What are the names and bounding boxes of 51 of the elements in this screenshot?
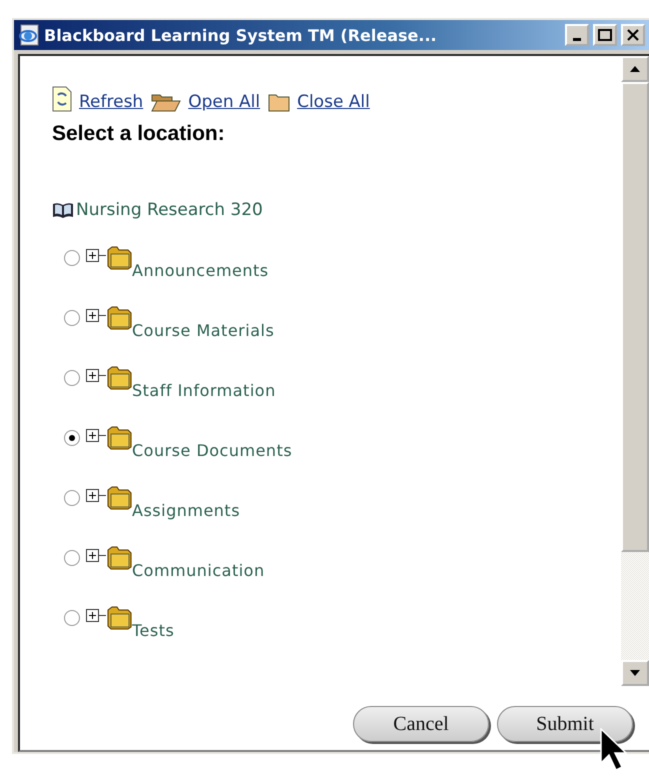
folder-icon bbox=[268, 92, 290, 112]
expand-icon[interactable] bbox=[86, 549, 106, 563]
location-label[interactable]: Staff Information bbox=[132, 381, 276, 400]
dialog-button[interactable]: Cancel bbox=[353, 706, 489, 742]
folder-icon bbox=[106, 246, 132, 270]
expand-icon[interactable] bbox=[86, 429, 106, 443]
folder-icon bbox=[106, 426, 132, 450]
heading: Select a location: bbox=[52, 122, 226, 146]
course-title: Nursing Research 320 bbox=[76, 200, 263, 220]
expand-icon[interactable] bbox=[86, 369, 106, 383]
location-label[interactable]: Communication bbox=[132, 561, 265, 580]
maximize-icon bbox=[598, 29, 612, 41]
browser-icon bbox=[18, 24, 40, 46]
expand-icon[interactable] bbox=[86, 249, 106, 263]
expand-icon[interactable] bbox=[86, 609, 106, 623]
book-icon bbox=[52, 202, 74, 218]
location-label[interactable]: Course Documents bbox=[132, 441, 292, 460]
maximize-button[interactable] bbox=[593, 24, 617, 46]
up-arrow-icon bbox=[630, 66, 640, 72]
location-label[interactable]: Announcements bbox=[132, 261, 269, 280]
radio-button[interactable] bbox=[64, 370, 80, 386]
minimize-icon bbox=[573, 38, 581, 40]
folder-icon bbox=[106, 366, 132, 390]
refresh-icon bbox=[52, 86, 72, 112]
scroll-up-button[interactable] bbox=[621, 56, 649, 82]
radio-button[interactable] bbox=[64, 430, 80, 446]
folder-icon bbox=[106, 546, 132, 570]
expand-icon[interactable] bbox=[86, 489, 106, 503]
location-label[interactable]: Tests bbox=[132, 621, 174, 640]
radio-button[interactable] bbox=[64, 610, 80, 626]
folder-icon bbox=[106, 606, 132, 630]
expand-icon[interactable] bbox=[86, 309, 106, 323]
toolbar-link[interactable]: Open All bbox=[185, 92, 260, 112]
open-folder-icon bbox=[151, 92, 182, 112]
radio-button[interactable] bbox=[64, 490, 80, 506]
toolbar-link[interactable]: Close All bbox=[294, 92, 370, 112]
close-button[interactable] bbox=[621, 24, 645, 46]
location-label[interactable]: Course Materials bbox=[132, 321, 274, 340]
folder-icon bbox=[106, 486, 132, 510]
radio-button[interactable] bbox=[64, 550, 80, 566]
scroll-down-button[interactable] bbox=[621, 660, 649, 686]
minimize-button[interactable] bbox=[565, 24, 589, 46]
location-label[interactable]: Assignments bbox=[132, 501, 240, 520]
folder-icon bbox=[106, 306, 132, 330]
dialog-button[interactable]: Submit bbox=[497, 706, 633, 742]
radio-button[interactable] bbox=[64, 250, 80, 266]
window-title: Blackboard Learning System TM (Release... bbox=[44, 26, 438, 44]
close-icon bbox=[626, 29, 640, 41]
down-arrow-icon bbox=[630, 670, 640, 676]
radio-button[interactable] bbox=[64, 310, 80, 326]
toolbar-link[interactable]: Refresh bbox=[76, 92, 144, 112]
